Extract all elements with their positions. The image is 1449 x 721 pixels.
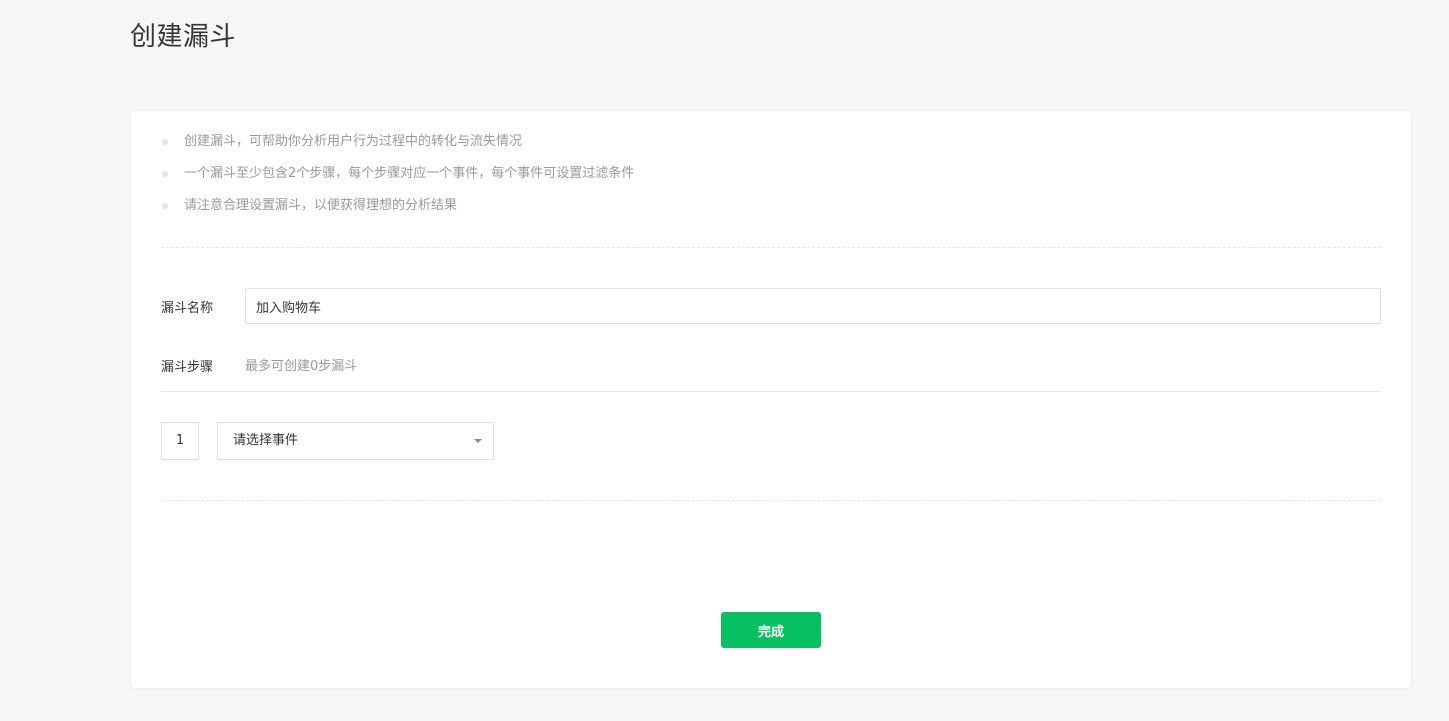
tip-text: 创建漏斗，可帮助你分析用户行为过程中的转化与流失情况	[184, 134, 523, 149]
tip-item: 创建漏斗，可帮助你分析用户行为过程中的转化与流失情况	[161, 131, 1381, 163]
funnel-name-label: 漏斗名称	[161, 301, 214, 316]
tips-divider	[161, 247, 1381, 248]
tip-text: 请注意合理设置漏斗，以便获得理想的分析结果	[184, 198, 458, 213]
page-title: 创建漏斗	[130, 22, 237, 52]
steps-bottom-divider	[161, 500, 1381, 501]
tip-item: 请注意合理设置漏斗，以便获得理想的分析结果	[161, 195, 1381, 227]
tips-list: 创建漏斗，可帮助你分析用户行为过程中的转化与流失情况 一个漏斗至少包含2个步骤，…	[161, 131, 1381, 227]
funnel-steps-label: 漏斗步骤	[161, 360, 214, 375]
bullet-dot-icon	[162, 139, 168, 145]
steps-divider	[161, 391, 1381, 392]
bullet-dot-icon	[162, 171, 168, 177]
event-select-placeholder: 请选择事件	[233, 433, 299, 448]
caret-down-icon	[474, 439, 482, 443]
event-select[interactable]: 请选择事件	[217, 422, 494, 460]
tip-text: 一个漏斗至少包含2个步骤，每个步骤对应一个事件，每个事件可设置过滤条件	[184, 166, 635, 181]
tip-item: 一个漏斗至少包含2个步骤，每个步骤对应一个事件，每个事件可设置过滤条件	[161, 163, 1381, 195]
funnel-form-card: 创建漏斗，可帮助你分析用户行为过程中的转化与流失情况 一个漏斗至少包含2个步骤，…	[131, 111, 1411, 688]
done-button[interactable]: 完成	[721, 612, 821, 648]
step-number: 1	[161, 422, 199, 460]
funnel-name-input[interactable]	[245, 288, 1381, 324]
bullet-dot-icon	[162, 203, 168, 209]
funnel-steps-hint: 最多可创建0步漏斗	[245, 359, 358, 374]
